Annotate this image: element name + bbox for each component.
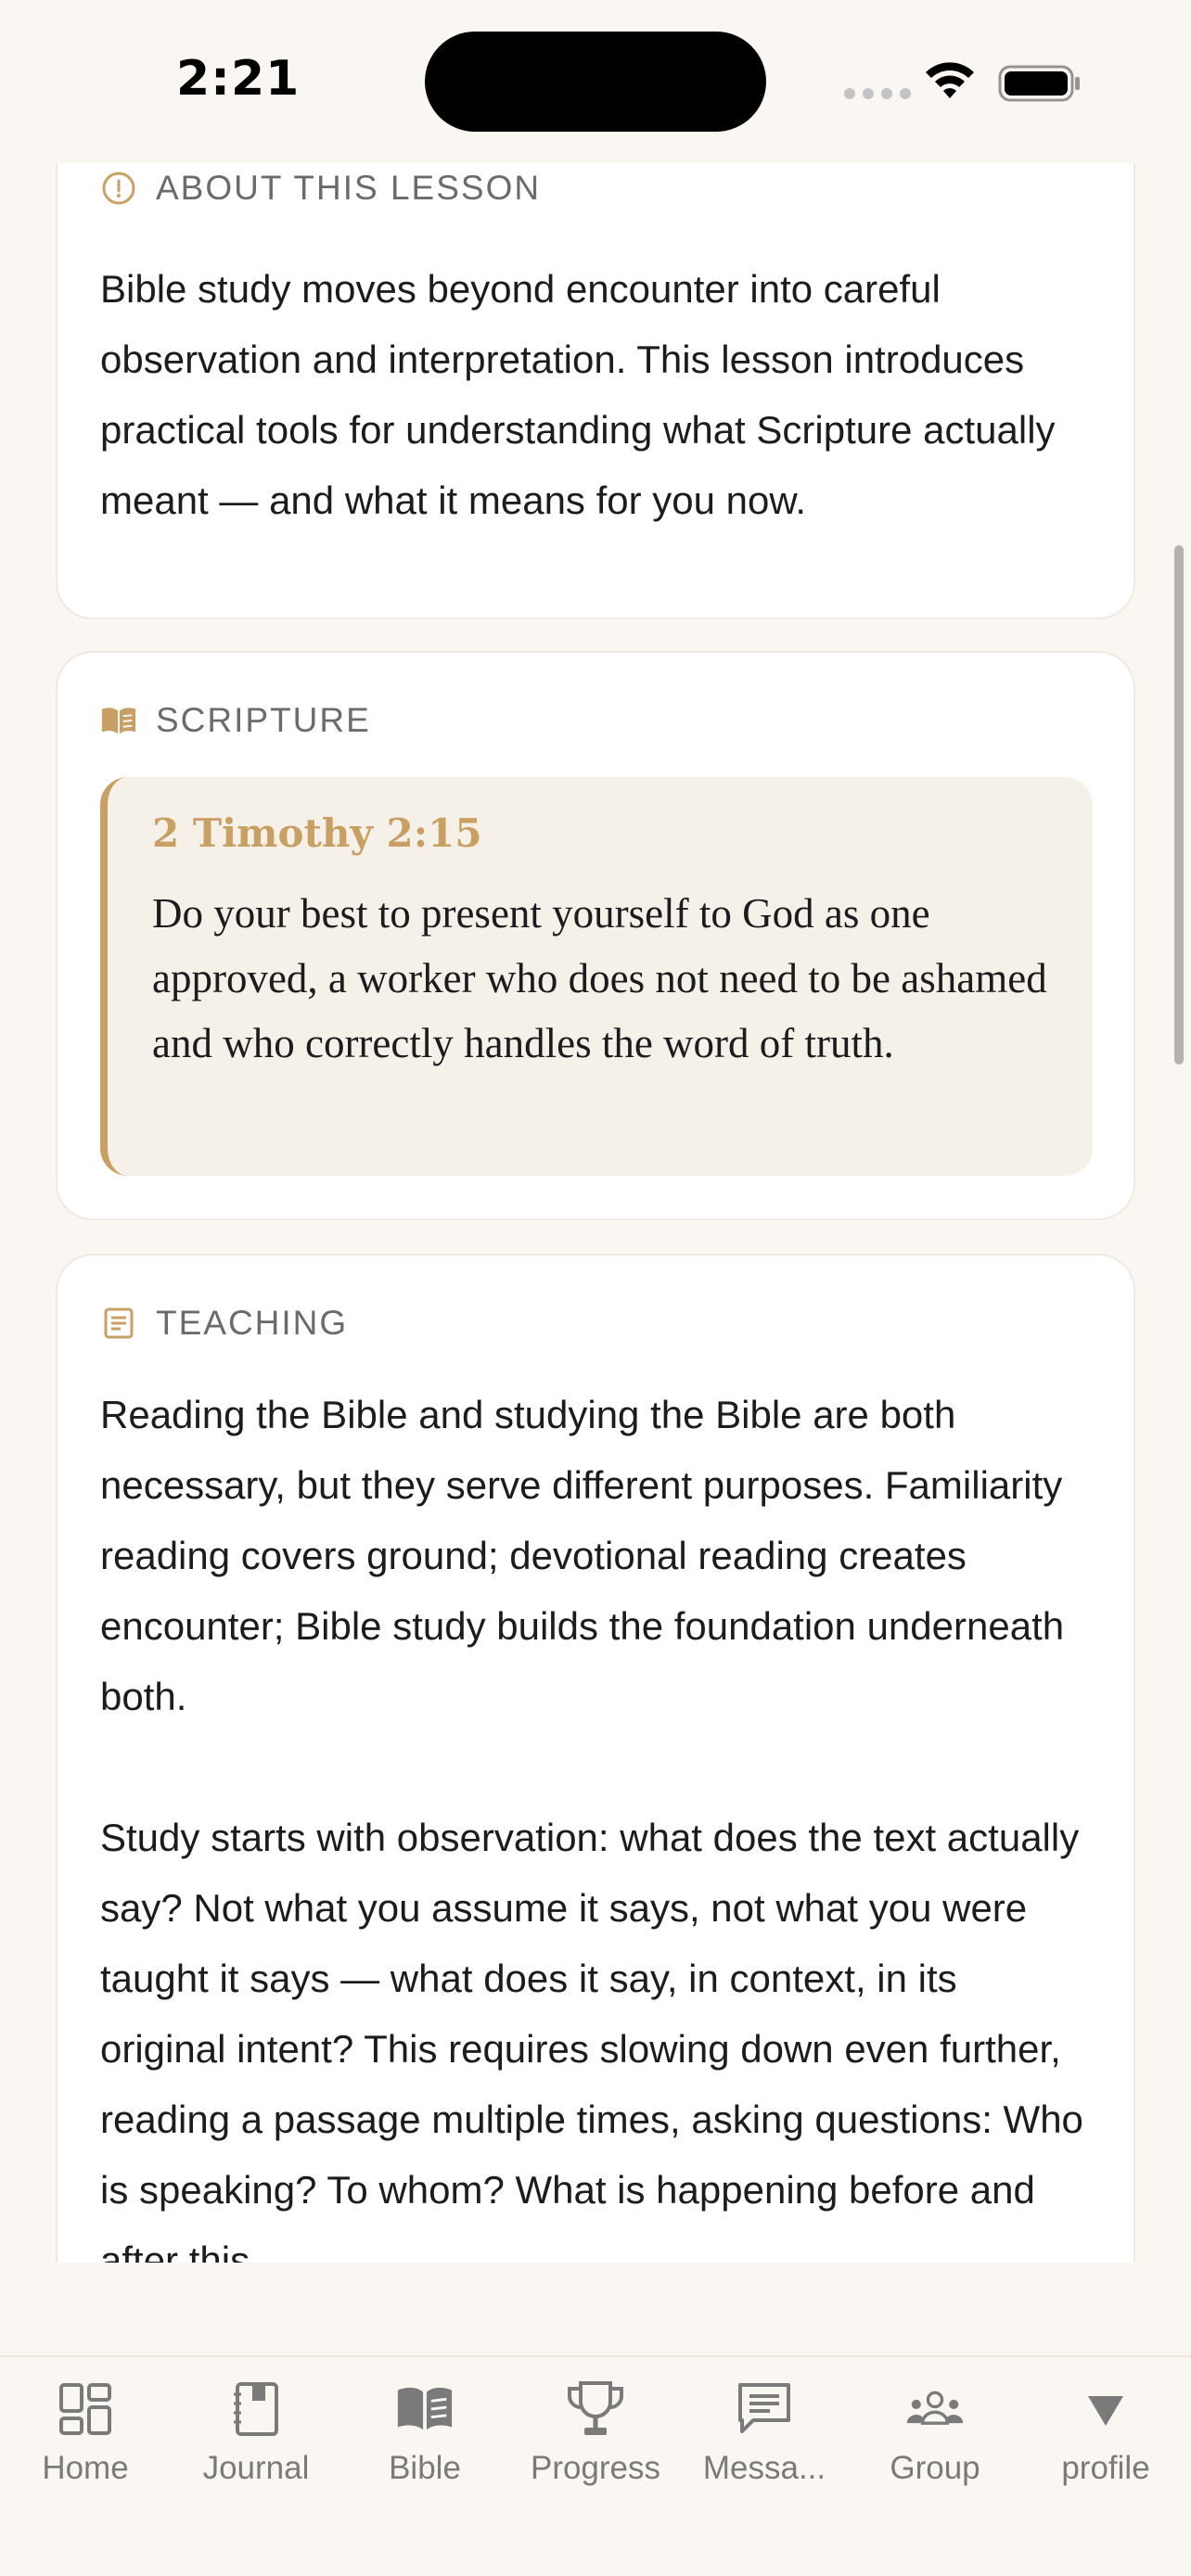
- about-header: ABOUT THIS LESSON: [100, 169, 541, 208]
- tab-journal-label: Journal: [202, 2450, 310, 2486]
- tab-profile[interactable]: profile: [1020, 2379, 1191, 2487]
- teaching-header: TEACHING: [100, 1304, 348, 1343]
- tab-home-label: Home: [42, 2450, 129, 2486]
- tab-group[interactable]: Group: [850, 2379, 1020, 2487]
- verse-block: 2 Timothy 2:15 Do your best to present y…: [100, 777, 1093, 1176]
- scroll-indicator[interactable]: [1174, 545, 1184, 1065]
- teaching-card: TEACHING Reading the Bible and studying …: [56, 1254, 1135, 2263]
- tab-home[interactable]: Home: [0, 2379, 171, 2487]
- tab-bible-label: Bible: [389, 2450, 461, 2486]
- message-icon: [735, 2379, 794, 2439]
- tab-messages-label: Messa...: [702, 2450, 826, 2486]
- verse-reference: 2 Timothy 2:15: [152, 810, 482, 856]
- tab-profile-label: profile: [1061, 2450, 1150, 2486]
- status-time: 2:21: [176, 51, 301, 107]
- info-circle-icon: [100, 170, 137, 207]
- about-header-label: ABOUT THIS LESSON: [156, 169, 542, 207]
- trophy-icon: [566, 2379, 625, 2439]
- wifi-icon: [926, 62, 974, 98]
- document-icon: [100, 1305, 137, 1342]
- battery-icon: [998, 65, 1080, 102]
- teaching-paragraph-2: Study starts with observation: what does…: [100, 1816, 1083, 2263]
- teaching-header-label: TEACHING: [156, 1304, 349, 1342]
- tab-bar: Home Journal Bible Progress Messa... Gro…: [0, 2355, 1191, 2576]
- triangle-down-icon: [1076, 2379, 1135, 2439]
- journal-icon: [226, 2379, 286, 2439]
- lesson-scroll-view[interactable]: ABOUT THIS LESSON Bible study moves beyo…: [0, 0, 1191, 2263]
- scripture-header-label: SCRIPTURE: [156, 701, 371, 739]
- about-text: Bible study moves beyond encounter into …: [100, 267, 1056, 522]
- tab-group-label: Group: [890, 2450, 980, 2486]
- tab-journal[interactable]: Journal: [171, 2379, 341, 2487]
- tab-messages[interactable]: Messa...: [679, 2379, 850, 2487]
- dashboard-grid-icon: [56, 2379, 115, 2439]
- scripture-card: SCRIPTURE 2 Timothy 2:15 Do your best to…: [56, 651, 1135, 1220]
- teaching-paragraph-1: Reading the Bible and studying the Bible…: [100, 1393, 1065, 1718]
- cellular-signal-icon: [844, 88, 911, 99]
- open-book-icon: [100, 702, 137, 739]
- status-bar: 2:21: [0, 0, 1191, 163]
- group-icon: [905, 2379, 965, 2439]
- tab-progress-label: Progress: [530, 2450, 661, 2486]
- tab-bible[interactable]: Bible: [339, 2379, 510, 2487]
- verse-text: Do your best to present yourself to God …: [152, 890, 1047, 1066]
- open-book-icon: [395, 2379, 455, 2439]
- scripture-header: SCRIPTURE: [100, 701, 371, 740]
- dynamic-island: [425, 32, 766, 132]
- tab-progress[interactable]: Progress: [510, 2379, 681, 2487]
